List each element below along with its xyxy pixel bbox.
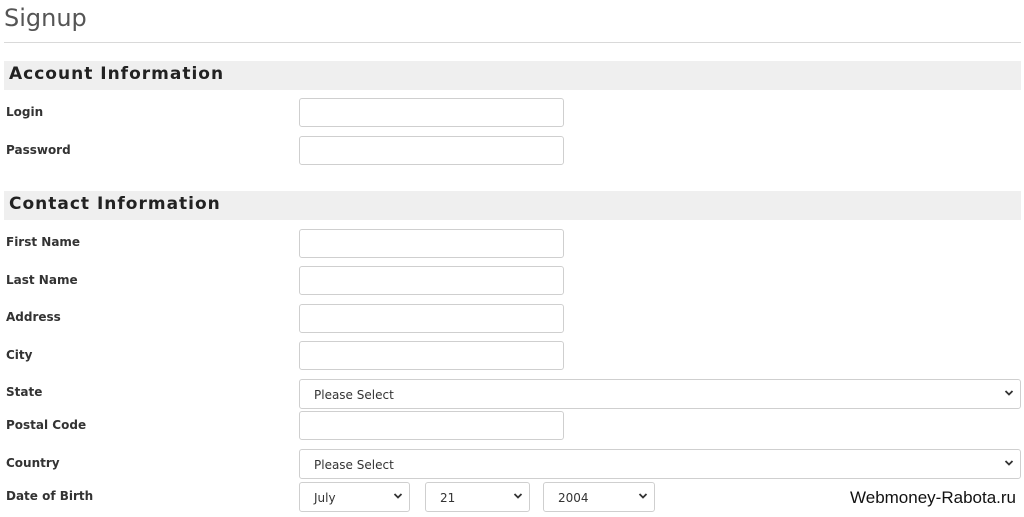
password-label: Password	[6, 143, 71, 157]
last-name-input[interactable]	[299, 266, 564, 295]
first-name-label: First Name	[6, 235, 81, 249]
contact-information-header: Contact Information	[4, 191, 1021, 220]
login-label: Login	[6, 105, 44, 119]
title-divider	[4, 42, 1021, 43]
chevron-down-icon	[1004, 390, 1014, 396]
country-label: Country	[6, 456, 60, 470]
address-input[interactable]	[299, 304, 564, 333]
birth-year-select[interactable]: 2004	[543, 482, 655, 512]
country-select[interactable]: Please Select	[299, 449, 1021, 479]
chevron-down-icon	[638, 493, 648, 499]
city-label: City	[6, 348, 33, 362]
last-name-label: Last Name	[6, 273, 78, 287]
address-label: Address	[6, 310, 61, 324]
signup-page: Signup Account Information Login Passwor…	[0, 0, 1024, 517]
birth-year-value: 2004	[558, 491, 589, 505]
chevron-down-icon	[513, 493, 523, 499]
postal-code-label: Postal Code	[6, 418, 87, 432]
chevron-down-icon	[393, 493, 403, 499]
watermark-text: Webmoney-Rabota.ru	[850, 488, 1016, 507]
account-information-header: Account Information	[4, 61, 1021, 90]
chevron-down-icon	[1004, 460, 1014, 466]
city-input[interactable]	[299, 341, 564, 370]
birth-day-select[interactable]: 21	[425, 482, 530, 512]
state-select[interactable]: Please Select	[299, 379, 1021, 409]
first-name-input[interactable]	[299, 229, 564, 258]
state-label: State	[6, 385, 43, 399]
postal-code-input[interactable]	[299, 411, 564, 440]
birth-month-value: July	[314, 491, 336, 505]
birth-day-value: 21	[440, 491, 456, 505]
login-input[interactable]	[299, 98, 564, 127]
password-input[interactable]	[299, 136, 564, 165]
country-select-value: Please Select	[314, 458, 394, 472]
contact-information-heading: Contact Information	[9, 194, 221, 214]
account-information-heading: Account Information	[9, 64, 225, 84]
state-select-value: Please Select	[314, 388, 394, 402]
date-of-birth-label: Date of Birth	[6, 489, 94, 503]
birth-month-select[interactable]: July	[299, 482, 410, 512]
page-title: Signup	[4, 4, 87, 32]
